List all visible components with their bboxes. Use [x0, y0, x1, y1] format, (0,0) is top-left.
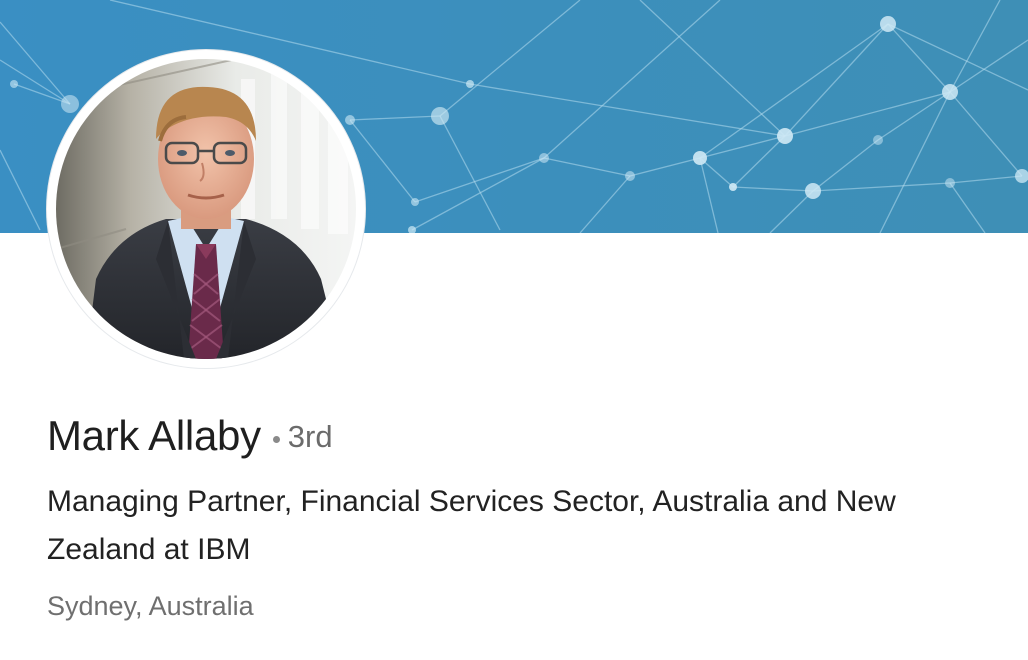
- profile-location: Sydney, Australia: [47, 591, 254, 621]
- profile-headline: Managing Partner, Financial Services Sec…: [47, 485, 896, 566]
- name-row: Mark Allaby 3rd: [47, 408, 333, 464]
- connection-degree: 3rd: [287, 419, 333, 454]
- profile-card: Mark Allaby 3rd Managing Partner, Financ…: [0, 0, 1028, 660]
- avatar[interactable]: [56, 59, 356, 359]
- profile-name: Mark Allaby: [47, 412, 261, 459]
- bullet-icon: [272, 435, 280, 443]
